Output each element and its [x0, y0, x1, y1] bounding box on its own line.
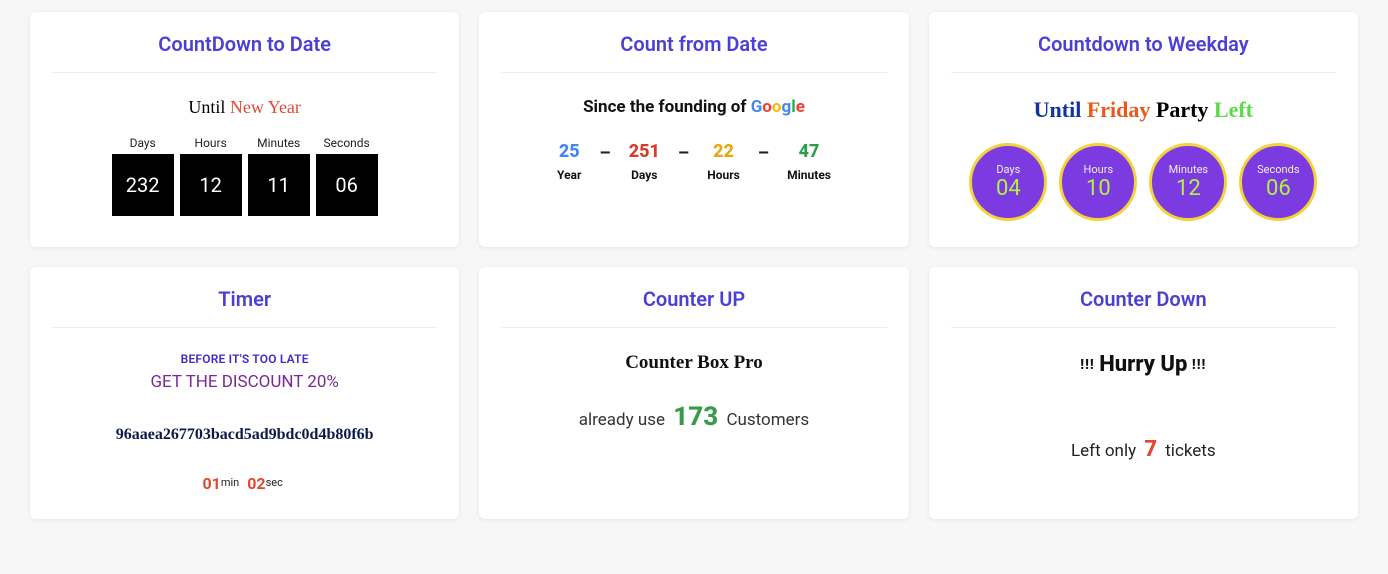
unit-label: Minutes [787, 168, 831, 182]
excl-right: !!! [1187, 357, 1206, 373]
heading-before: Until [188, 97, 230, 117]
unit-value: 11 [248, 154, 310, 216]
card-countdown-to-weekday: Countdown to Weekday Until Friday Party … [929, 12, 1358, 247]
timer-min-label: min [221, 476, 239, 489]
unit-days: 251 Days [629, 141, 660, 182]
unit-value: 47 [787, 141, 831, 162]
timer-sec-label: sec [266, 476, 283, 489]
timer-values: 01min 02sec [52, 474, 437, 493]
card-title: Counter Down [951, 287, 1336, 311]
unit-value: 25 [557, 141, 581, 162]
timer-sec-value: 02 [247, 474, 265, 493]
divider [501, 327, 886, 328]
circle-label: Seconds [1257, 163, 1299, 176]
card-count-from-date: Count from Date Since the founding of Go… [479, 12, 908, 247]
unit-days: Days 232 [112, 136, 174, 216]
unit-label: Days [112, 136, 174, 150]
unit-seconds: Seconds 06 [316, 136, 378, 216]
unit-hours: Hours 12 [180, 136, 242, 216]
unit-label: Year [557, 168, 581, 182]
circle-days: Days 04 [969, 143, 1047, 221]
counterup-after: Customers [722, 410, 809, 430]
countup-values: 25 Year – 251 Days – 22 Hours – 47 Minut… [501, 141, 886, 182]
counterdown-after: tickets [1161, 441, 1216, 461]
card-title: CountDown to Date [52, 32, 437, 56]
counterup-heading: Counter Box Pro [501, 352, 886, 374]
hurry-text: Hurry Up [1099, 352, 1187, 377]
separator: – [758, 143, 769, 164]
circle-minutes: Minutes 12 [1149, 143, 1227, 221]
weekday-heading: Until Friday Party Left [951, 97, 1336, 123]
unit-value: 22 [707, 141, 740, 162]
unit-label: Seconds [316, 136, 378, 150]
weekday-circles: Days 04 Hours 10 Minutes 12 Seconds 06 [951, 143, 1336, 221]
unit-year: 25 Year [557, 141, 581, 182]
unit-value: 232 [112, 154, 174, 216]
circle-value: 12 [1176, 176, 1201, 201]
card-title: Timer [52, 287, 437, 311]
counterup-before: already use [579, 410, 669, 430]
heading-before: Since the founding of [583, 97, 751, 117]
unit-label: Hours [707, 168, 740, 182]
circle-value: 10 [1086, 176, 1111, 201]
heading-word: Friday [1087, 97, 1151, 122]
card-counter-down: Counter Down !!! Hurry Up !!! Left only … [929, 267, 1358, 519]
unit-label: Minutes [248, 136, 310, 150]
card-title: Counter UP [501, 287, 886, 311]
divider [52, 72, 437, 73]
timer-min-value: 01 [202, 474, 220, 493]
countdown-units: Days 232 Hours 12 Minutes 11 Seconds 06 [52, 136, 437, 216]
card-title: Count from Date [501, 32, 886, 56]
unit-value: 06 [316, 154, 378, 216]
circle-label: Minutes [1169, 163, 1209, 176]
unit-value: 12 [180, 154, 242, 216]
card-timer: Timer BEFORE IT'S TOO LATE GET THE DISCO… [30, 267, 459, 519]
unit-value: 251 [629, 141, 660, 162]
circle-value: 06 [1266, 176, 1291, 201]
circle-seconds: Seconds 06 [1239, 143, 1317, 221]
unit-label: Hours [180, 136, 242, 150]
card-title: Countdown to Weekday [951, 32, 1336, 56]
heading-highlight: New Year [230, 97, 301, 117]
unit-hours: 22 Hours [707, 141, 740, 182]
circle-value: 04 [996, 176, 1021, 201]
circle-label: Days [996, 163, 1020, 176]
counterup-number: 173 [673, 402, 718, 432]
circle-hours: Hours 10 [1059, 143, 1137, 221]
separator: – [678, 143, 689, 164]
unit-label: Days [629, 168, 660, 182]
google-logo-text: Google [751, 97, 805, 117]
timer-discount: GET THE DISCOUNT 20% [52, 372, 437, 392]
divider [951, 72, 1336, 73]
timer-preline: BEFORE IT'S TOO LATE [52, 352, 437, 366]
heading-word: Left [1214, 97, 1253, 122]
excl-left: !!! [1080, 357, 1099, 373]
heading-word: Until [1034, 97, 1082, 122]
timer-hash: 96aaea267703bacd5ad9bdc0d4b80f6b [52, 426, 437, 444]
card-countdown-to-date: CountDown to Date Until New Year Days 23… [30, 12, 459, 247]
divider [501, 72, 886, 73]
card-counter-up: Counter UP Counter Box Pro already use 1… [479, 267, 908, 519]
circle-label: Hours [1084, 163, 1114, 176]
unit-minutes: Minutes 11 [248, 136, 310, 216]
counterdown-before: Left only [1071, 441, 1140, 461]
separator: – [599, 143, 610, 164]
counterdown-number: 7 [1144, 437, 1157, 462]
counterup-line: already use 173 Customers [501, 402, 886, 432]
unit-minutes: 47 Minutes [787, 141, 831, 182]
divider [951, 327, 1336, 328]
countdown-heading: Until New Year [52, 97, 437, 118]
heading-word: Party [1156, 97, 1209, 122]
demo-grid: CountDown to Date Until New Year Days 23… [30, 12, 1358, 519]
countup-heading: Since the founding of Google [501, 97, 886, 117]
counterdown-heading: !!! Hurry Up !!! [951, 352, 1336, 377]
divider [52, 327, 437, 328]
counterdown-line: Left only 7 tickets [951, 437, 1336, 462]
